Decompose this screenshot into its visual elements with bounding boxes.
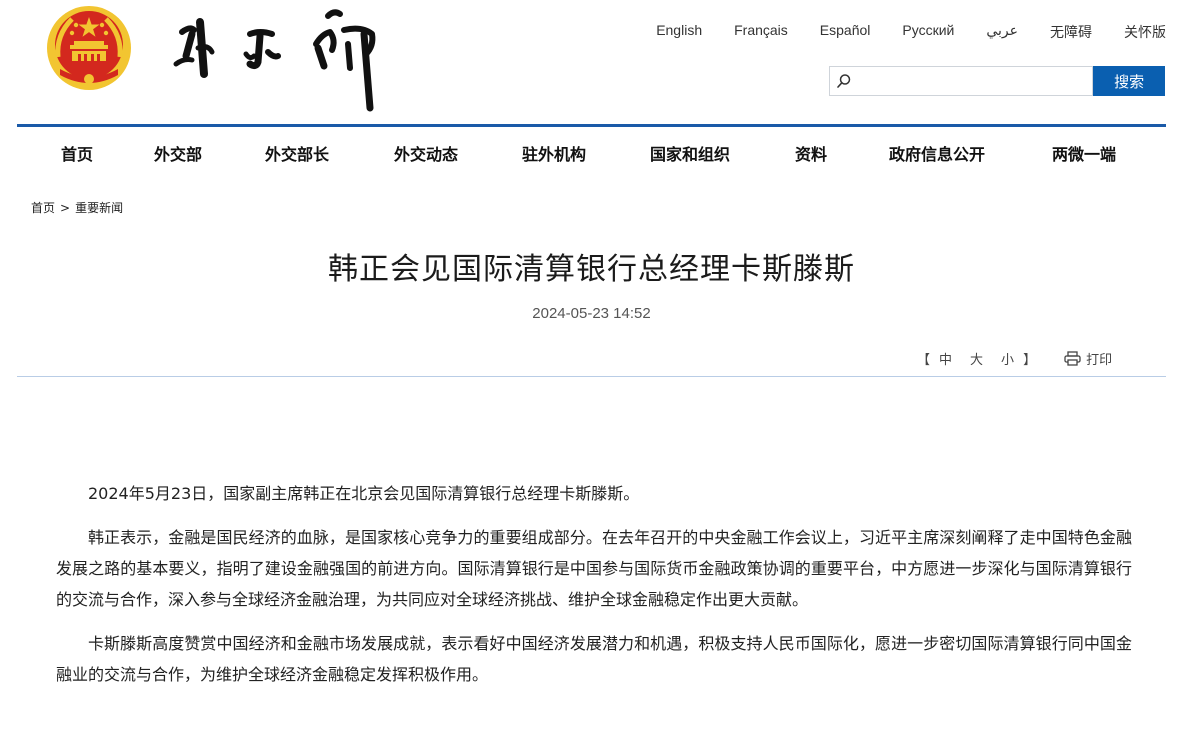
lang-link-arabic[interactable]: عربي <box>986 22 1018 42</box>
nav-item-missions-abroad[interactable]: 驻外机构 <box>522 141 586 165</box>
nav-item-social-media[interactable]: 两微一端 <box>1052 141 1116 165</box>
search-icon <box>837 74 851 88</box>
nav-item-government-info[interactable]: 政府信息公开 <box>889 141 985 165</box>
language-bar: English Français Español Русский عربي 无障… <box>656 22 1166 42</box>
breadcrumb-current-link[interactable]: 重要新闻 <box>75 201 123 215</box>
article-tools: 【 中 大 小 】 打印 <box>917 349 1112 368</box>
national-emblem-icon[interactable] <box>46 5 132 91</box>
printer-icon <box>1064 351 1081 366</box>
article-title: 韩正会见国际清算银行总经理卡斯滕斯 <box>328 252 855 287</box>
article-body: 2024年5月23日，国家副主席韩正在北京会见国际清算银行总经理卡斯滕斯。 韩正… <box>56 478 1132 703</box>
breadcrumb-separator: > <box>60 201 71 215</box>
breadcrumb: 首页 > 重要新闻 <box>31 199 123 216</box>
main-nav: 首页 外交部 外交部长 外交动态 驻外机构 国家和组织 资料 政府信息公开 两微… <box>17 127 1166 175</box>
lang-link-english[interactable]: English <box>656 22 702 42</box>
page: English Français Español Русский عربي 无障… <box>0 0 1200 744</box>
font-size-bracket-open: 【 <box>917 353 931 368</box>
nav-item-ministry[interactable]: 外交部 <box>154 141 202 165</box>
font-size-small-button[interactable]: 小 <box>1001 349 1014 368</box>
article-date: 2024-05-23 14:52 <box>532 305 651 322</box>
article-paragraph: 卡斯滕斯高度赞赏中国经济和金融市场发展成就，表示看好中国经济发展潜力和机遇，积极… <box>56 634 1132 684</box>
nav-item-minister[interactable]: 外交部长 <box>265 141 329 165</box>
search-box <box>829 66 1094 96</box>
article-divider <box>17 376 1166 377</box>
nav-item-countries-organizations[interactable]: 国家和组织 <box>650 141 730 165</box>
breadcrumb-home-link[interactable]: 首页 <box>31 201 55 215</box>
article-paragraph: 2024年5月23日，国家副主席韩正在北京会见国际清算银行总经理卡斯滕斯。 <box>88 484 640 503</box>
search-button[interactable]: 搜索 <box>1093 66 1165 96</box>
lang-link-spanish[interactable]: Español <box>820 22 871 42</box>
search-input[interactable] <box>856 69 1090 93</box>
lang-link-russian[interactable]: Русский <box>902 22 954 42</box>
nav-item-resources[interactable]: 资料 <box>795 141 827 165</box>
nav-item-diplomatic-news[interactable]: 外交动态 <box>394 141 458 165</box>
font-size-medium-button[interactable]: 大 <box>970 349 983 368</box>
ministry-calligraphy-logo[interactable] <box>168 4 398 114</box>
accessibility-link[interactable]: 无障碍 <box>1050 22 1092 42</box>
article-paragraph: 韩正表示，金融是国民经济的血脉，是国家核心竞争力的重要组成部分。在去年召开的中央… <box>56 528 1132 609</box>
nav-item-home[interactable]: 首页 <box>61 141 93 165</box>
font-size-bracket-close: 】 <box>1023 353 1037 368</box>
search-bar: 搜索 <box>829 66 1165 96</box>
font-size-large-button[interactable]: 中 <box>939 349 952 368</box>
elderly-care-version-link[interactable]: 关怀版 <box>1124 22 1166 42</box>
lang-link-french[interactable]: Français <box>734 22 788 42</box>
site-header: English Français Español Русский عربي 无障… <box>0 0 1200 124</box>
print-button[interactable]: 打印 <box>1064 349 1112 368</box>
print-label: 打印 <box>1086 353 1113 368</box>
